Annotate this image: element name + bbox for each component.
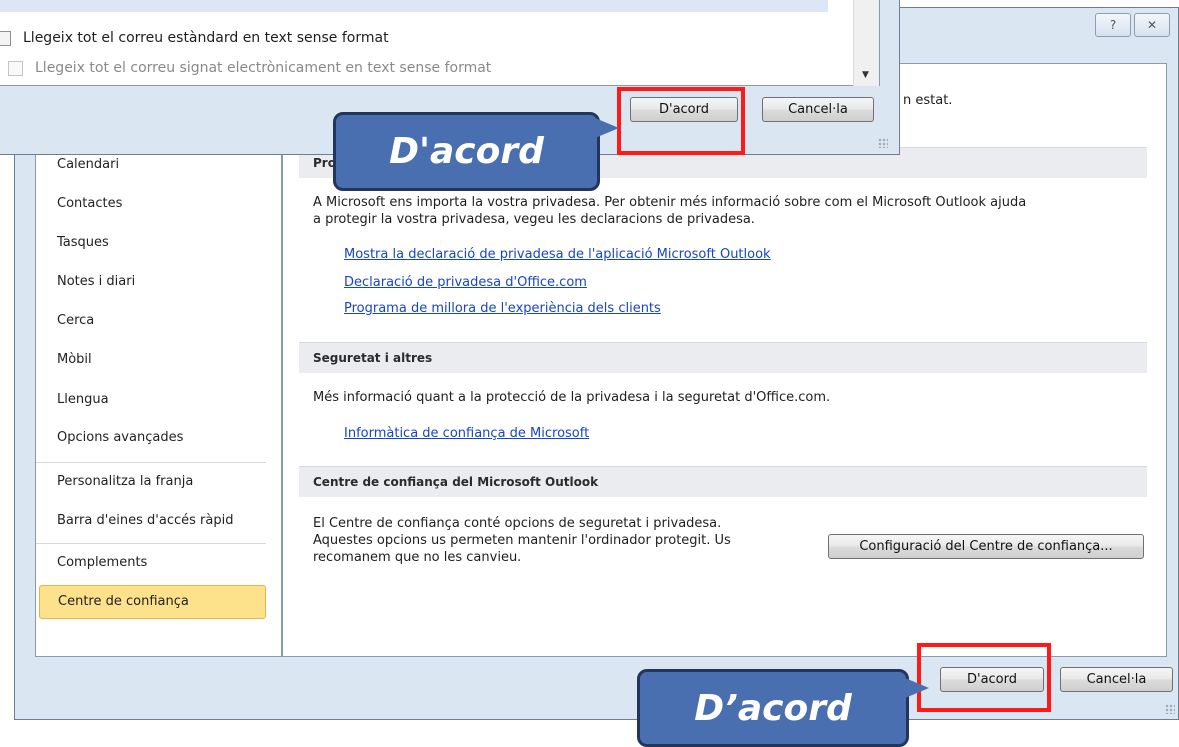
callout-top-tail xyxy=(595,118,619,138)
read-signed-plain-text-label: Llegeix tot el correu signat electrònica… xyxy=(35,60,492,76)
callout-bottom-tail xyxy=(905,678,929,698)
resize-grip[interactable] xyxy=(1165,704,1175,714)
office-privacy-link[interactable]: Declaració de privadesa d'Office.com xyxy=(344,275,587,290)
highlight-main-ok xyxy=(917,643,1051,712)
nav-item-customize-ribbon[interactable]: Personalitza la franja xyxy=(39,466,266,498)
trust-center-text-line3: recomanem que no les canvieu. xyxy=(313,550,522,565)
help-button[interactable]: ? xyxy=(1095,13,1131,37)
scroll-down-icon[interactable]: ▼ xyxy=(862,70,869,80)
trust-center-section-header: Centre de confiança del Microsoft Outloo… xyxy=(299,466,1147,497)
nav-item-search[interactable]: Cerca xyxy=(39,305,266,337)
sub-cancel-button[interactable]: Cancel·la xyxy=(762,97,874,122)
nav-item-contacts[interactable]: Contactes xyxy=(39,188,266,220)
nav-item-notes[interactable]: Notes i diari xyxy=(39,266,266,298)
read-signed-plain-text-checkbox xyxy=(8,60,23,76)
trustworthy-computing-link[interactable]: Informàtica de confiança de Microsoft xyxy=(344,426,589,441)
trust-center-settings-button[interactable]: Configuració del Centre de confiança... xyxy=(828,534,1144,559)
read-plain-text-label: Llegeix tot el correu estàndard en text … xyxy=(23,30,389,46)
privacy-paragraph-line2: a protegir la vostra privadesa, vegeu le… xyxy=(313,212,755,227)
nav-item-addins[interactable]: Complements xyxy=(39,547,266,579)
security-paragraph: Més informació quant a la protecció de l… xyxy=(313,390,831,405)
nav-item-advanced[interactable]: Opcions avançades xyxy=(39,422,266,454)
nav-item-trust-center[interactable]: Centre de confiança xyxy=(39,585,266,619)
nav-item-quick-access-toolbar[interactable]: Barra d'eines d'accés ràpid xyxy=(39,505,266,537)
intro-text: n estat. xyxy=(903,93,953,108)
nav-separator xyxy=(36,462,266,463)
callout-bottom: D’acord xyxy=(637,669,909,747)
ceip-link[interactable]: Programa de millora de l'experiència del… xyxy=(344,301,661,316)
read-plain-text-checkbox[interactable] xyxy=(0,30,11,46)
security-section-header: Seguretat i altres xyxy=(299,342,1147,373)
list-scrollbar[interactable]: ▼ xyxy=(853,0,879,86)
nav-item-language[interactable]: Llengua xyxy=(39,384,266,416)
read-plain-text-option[interactable]: Llegeix tot el correu estàndard en text … xyxy=(0,30,389,46)
read-signed-plain-text-option: Llegeix tot el correu signat electrònica… xyxy=(8,60,491,76)
list-top-band xyxy=(0,0,828,12)
help-icon: ? xyxy=(1109,18,1117,32)
trust-center-text-line1: El Centre de confiança conté opcions de … xyxy=(313,516,722,531)
cancel-button[interactable]: Cancel·la xyxy=(1060,667,1173,692)
trust-center-text-line2: Aquestes opcions us permeten mantenir l'… xyxy=(313,533,731,548)
nav-item-mobile[interactable]: Mòbil xyxy=(39,344,266,376)
privacy-statement-link[interactable]: Mostra la declaració de privadesa de l'a… xyxy=(344,247,771,262)
close-icon: ✕ xyxy=(1146,18,1158,32)
privacy-paragraph-line1: A Microsoft ens importa la vostra privad… xyxy=(313,195,1027,210)
callout-top: D'acord xyxy=(333,112,600,191)
nav-item-tasks[interactable]: Tasques xyxy=(39,227,266,259)
title-bar-buttons: ? ✕ xyxy=(1095,13,1170,37)
sub-resize-grip[interactable] xyxy=(878,138,888,148)
highlight-sub-ok xyxy=(617,87,745,155)
plain-text-options-list: Llegeix tot el correu estàndard en text … xyxy=(0,0,880,86)
close-button[interactable]: ✕ xyxy=(1134,13,1170,37)
nav-separator xyxy=(36,543,266,544)
